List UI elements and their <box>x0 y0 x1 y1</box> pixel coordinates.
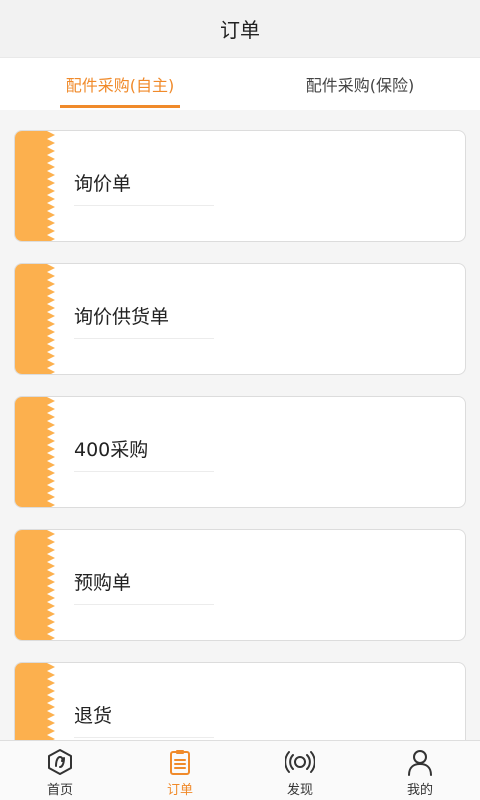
divider <box>74 205 214 206</box>
order-type-list: 询价单 询价供货单 400采购 预购单 退货 <box>0 110 480 740</box>
card-label: 预购单 <box>74 572 132 594</box>
nav-label: 首页 <box>46 783 73 798</box>
nav-label: 发现 <box>286 783 313 798</box>
bottom-nav: 首页 订单 发现 我的 <box>0 740 480 800</box>
top-bar: 订单 <box>0 0 480 58</box>
user-icon <box>405 747 435 777</box>
nav-orders[interactable]: 订单 <box>120 741 240 800</box>
divider <box>74 338 214 339</box>
zigzag-strip <box>15 397 55 507</box>
card-return[interactable]: 退货 <box>14 662 466 740</box>
order-list-icon <box>165 747 195 777</box>
card-inquiry[interactable]: 询价单 <box>14 130 466 242</box>
card-label: 询价供货单 <box>74 306 170 328</box>
nav-profile[interactable]: 我的 <box>360 741 480 800</box>
card-400-purchase[interactable]: 400采购 <box>14 396 466 508</box>
divider <box>74 604 214 605</box>
page-title: 订单 <box>220 18 260 42</box>
zigzag-strip <box>15 530 55 640</box>
broadcast-icon <box>285 747 315 777</box>
card-pre-order[interactable]: 预购单 <box>14 529 466 641</box>
nav-label: 我的 <box>406 783 433 798</box>
tab-bar: 配件采购(自主) 配件采购(保险) <box>0 58 480 110</box>
card-inquiry-supply[interactable]: 询价供货单 <box>14 263 466 375</box>
card-label: 400采购 <box>74 439 149 461</box>
home-icon <box>45 747 75 777</box>
nav-label: 订单 <box>166 783 193 798</box>
nav-home[interactable]: 首页 <box>0 741 120 800</box>
tab-label: 配件采购(自主) <box>65 76 175 95</box>
card-label: 退货 <box>74 705 113 727</box>
zigzag-strip <box>15 663 55 740</box>
zigzag-strip <box>15 264 55 374</box>
nav-discover[interactable]: 发现 <box>240 741 360 800</box>
divider <box>74 737 214 738</box>
divider <box>74 471 214 472</box>
active-tab-indicator <box>60 105 180 108</box>
zigzag-strip <box>15 131 55 241</box>
card-label: 询价单 <box>74 173 132 195</box>
tab-parts-purchase-insurance[interactable]: 配件采购(保险) <box>240 58 480 110</box>
tab-parts-purchase-self[interactable]: 配件采购(自主) <box>0 58 240 110</box>
tab-label: 配件采购(保险) <box>305 76 415 95</box>
